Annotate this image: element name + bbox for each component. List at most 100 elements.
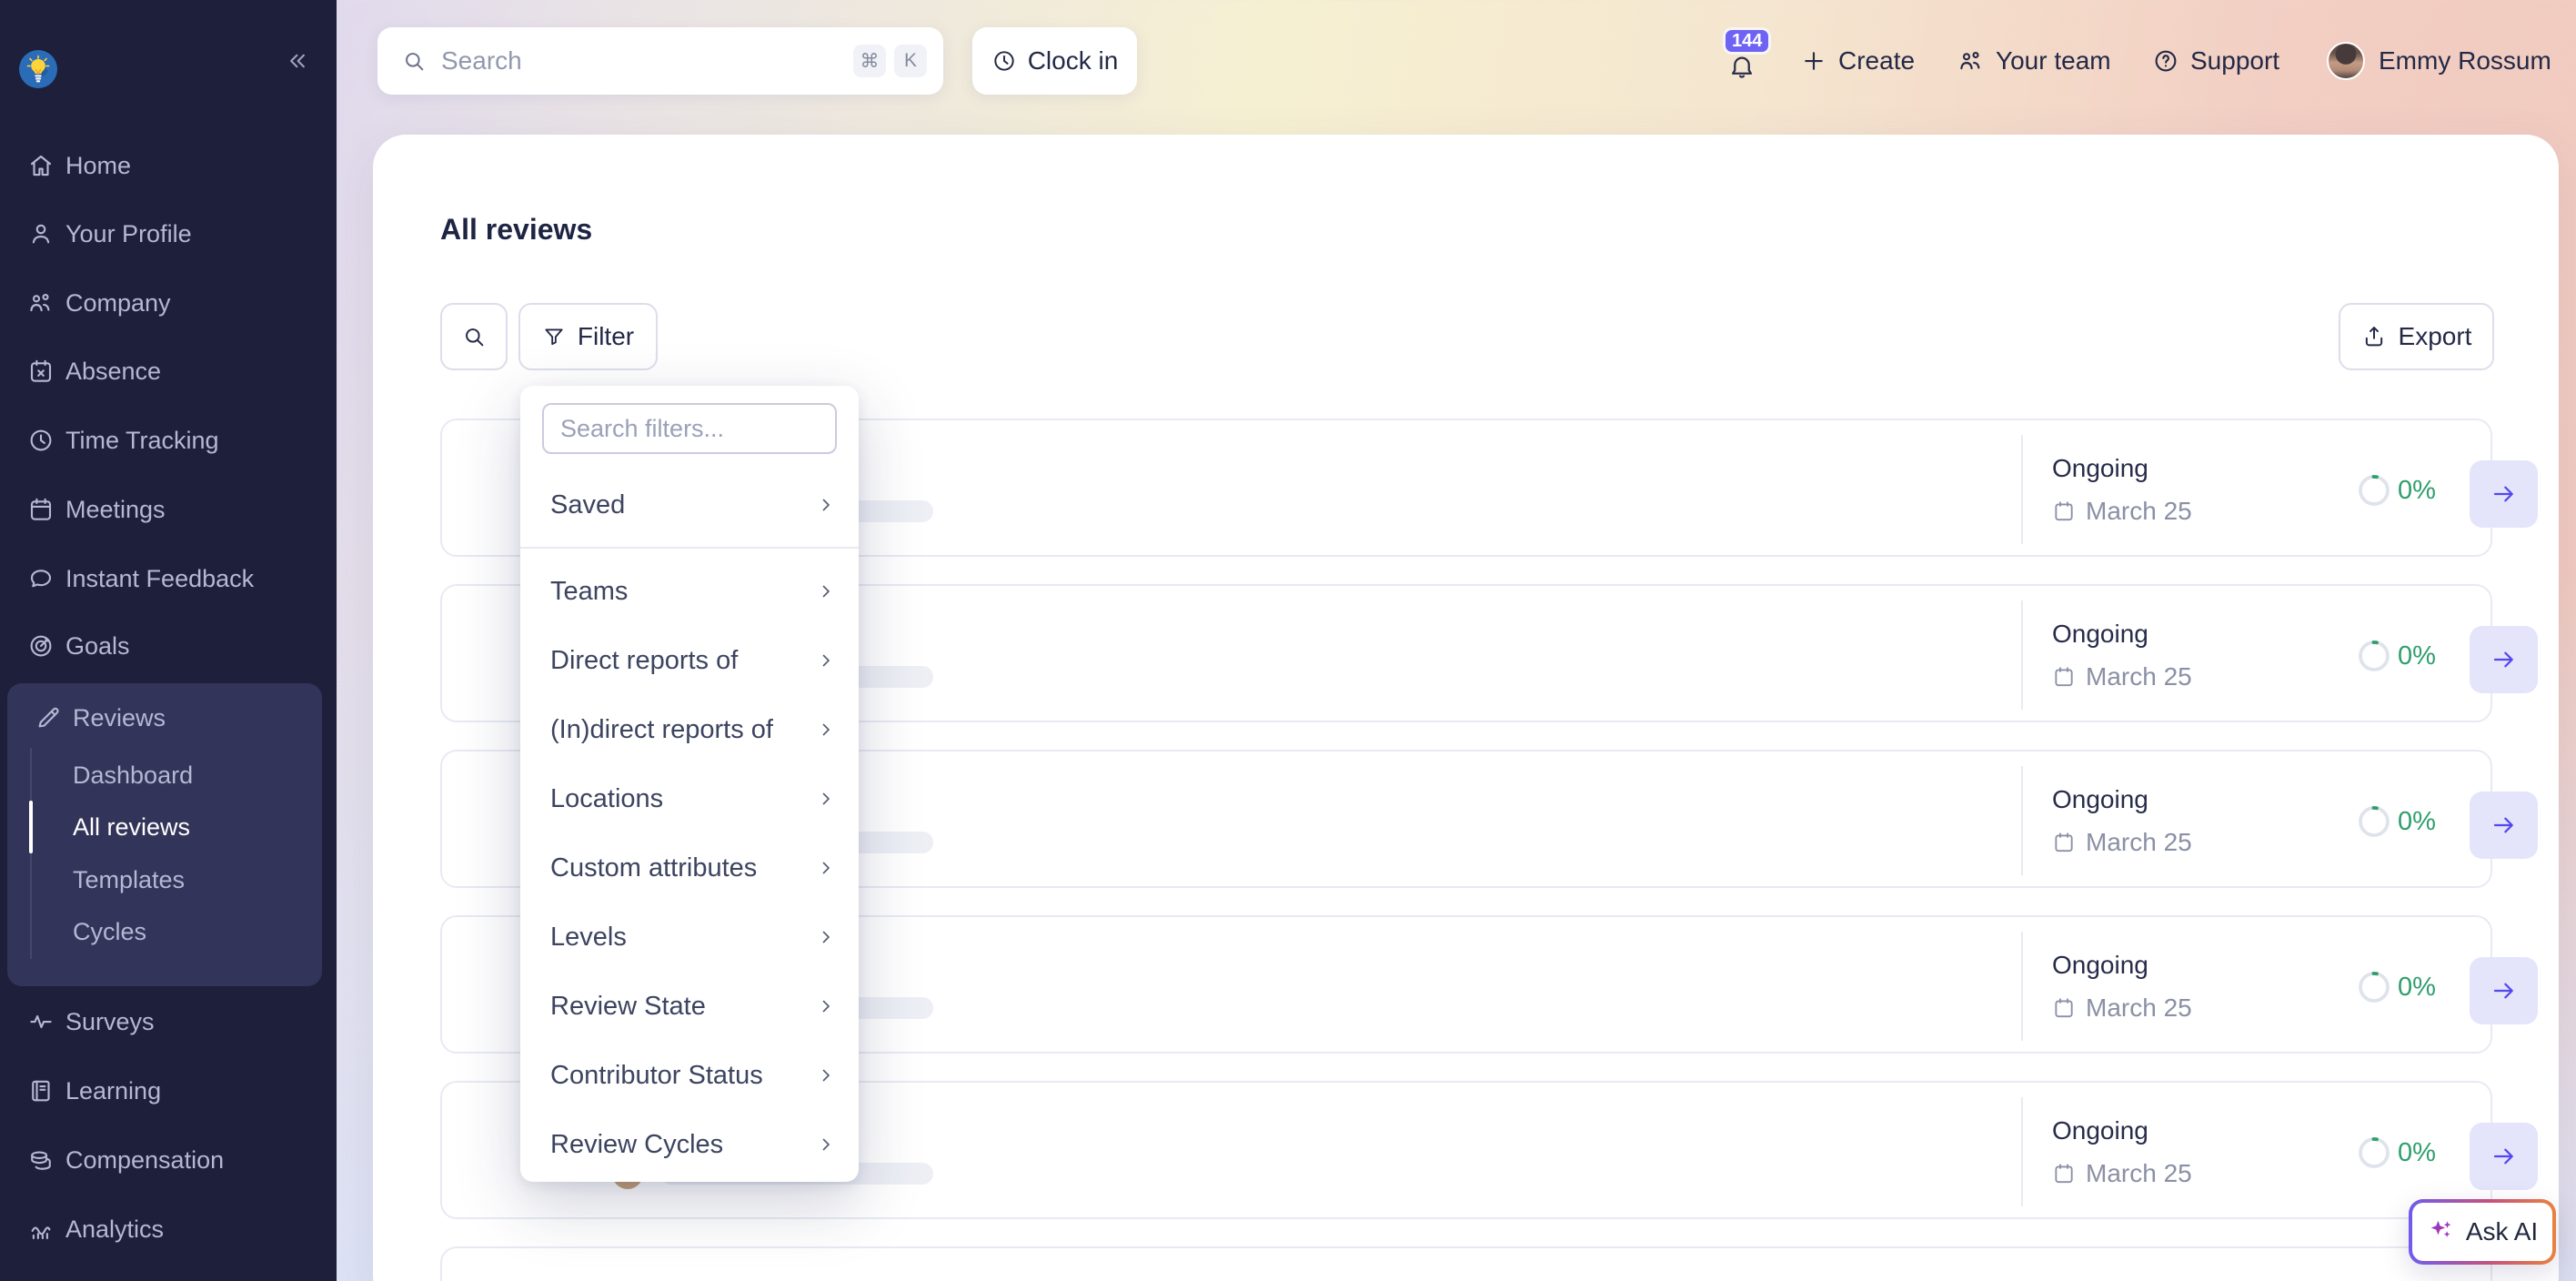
sidebar-item-learning[interactable]: Learning xyxy=(0,1056,337,1125)
sidebar-item-templates[interactable]: Templates xyxy=(73,853,185,906)
open-review-button[interactable] xyxy=(2470,460,2538,528)
your-team-button[interactable]: Your team xyxy=(1957,42,2111,80)
funnel-icon xyxy=(542,325,566,348)
filter-item-review-state[interactable]: Review State xyxy=(520,972,859,1041)
sidebar-item-label: Absence xyxy=(65,358,161,386)
menu-divider xyxy=(520,547,859,549)
filter-item-indirect-reports-of[interactable]: (In)direct reports of xyxy=(520,695,859,764)
open-review-button[interactable] xyxy=(2470,626,2538,693)
filter-item-levels[interactable]: Levels xyxy=(520,903,859,972)
due-date-label: March 25 xyxy=(2086,828,2192,857)
sidebar-item-surveys[interactable]: Surveys xyxy=(0,987,337,1056)
target-icon xyxy=(27,632,55,660)
row-divider xyxy=(2021,932,2023,1041)
sparkles-icon xyxy=(2427,1217,2456,1246)
chart-icon xyxy=(27,1215,55,1243)
sidebar-subitem-label: Templates xyxy=(73,866,185,894)
filter-item-teams[interactable]: Teams xyxy=(520,557,859,626)
sidebar-item-meetings[interactable]: Meetings xyxy=(0,475,337,544)
sidebar-item-all-reviews[interactable]: All reviews xyxy=(73,801,190,853)
search-icon xyxy=(401,48,427,74)
sidebar-item-compensation[interactable]: Compensation xyxy=(0,1125,337,1195)
filter-item-saved[interactable]: Saved xyxy=(520,470,859,540)
due-date-label: March 25 xyxy=(2086,1159,2192,1188)
user-menu[interactable]: Emmy Rossum xyxy=(2327,42,2551,80)
sidebar-item-absence[interactable]: Absence xyxy=(0,337,337,406)
filter-item-label: (In)direct reports of xyxy=(550,715,773,745)
filter-item-label: Review State xyxy=(550,992,706,1022)
clock-in-button[interactable]: Clock in xyxy=(972,27,1137,95)
open-review-button[interactable] xyxy=(2470,1123,2538,1190)
ask-ai-button[interactable]: Ask AI xyxy=(2409,1199,2556,1265)
export-icon xyxy=(2361,324,2387,349)
sidebar-subitem-label: All reviews xyxy=(73,813,190,842)
filter-item-label: Locations xyxy=(550,784,663,814)
create-label: Create xyxy=(1838,46,1915,76)
chat-icon xyxy=(27,565,55,592)
sidebar-item-home[interactable]: Home xyxy=(0,131,337,200)
filter-item-contributor-status[interactable]: Contributor Status xyxy=(520,1041,859,1110)
sidebar-item-company[interactable]: Company xyxy=(0,268,337,338)
user-icon xyxy=(27,220,55,247)
calendar-icon xyxy=(2052,996,2076,1020)
review-status: Ongoing xyxy=(2052,620,2148,649)
chevron-right-icon xyxy=(815,1134,837,1155)
subnav-guide-line xyxy=(30,748,32,959)
open-review-button[interactable] xyxy=(2470,957,2538,1024)
review-due-date: March 25 xyxy=(2052,662,2192,691)
app-logo-icon xyxy=(18,49,58,89)
main-content-card: All reviews Filter Export Ongoing March … xyxy=(373,135,2559,1281)
notification-count-badge: 144 xyxy=(1723,27,1771,55)
filter-item-locations[interactable]: Locations xyxy=(520,764,859,833)
sidebar-item-label: Learning xyxy=(65,1077,161,1105)
filter-search-input[interactable] xyxy=(542,403,837,454)
due-date-label: March 25 xyxy=(2086,497,2192,526)
create-button[interactable]: Create xyxy=(1800,42,1915,80)
review-row-partial[interactable] xyxy=(440,1246,2492,1281)
sidebar-item-label: Reviews xyxy=(73,704,166,732)
progress-ring xyxy=(2356,803,2392,840)
filter-label: Filter xyxy=(578,322,634,351)
due-date-label: March 25 xyxy=(2086,662,2192,691)
calendar-x-icon xyxy=(27,358,55,385)
filter-item-direct-reports-of[interactable]: Direct reports of xyxy=(520,626,859,695)
sidebar-section-reviews: Reviews Dashboard All reviews Templates … xyxy=(7,683,322,986)
sidebar-item-dashboard[interactable]: Dashboard xyxy=(73,749,193,802)
open-review-button[interactable] xyxy=(2470,792,2538,859)
pencil-icon xyxy=(35,704,62,731)
filter-item-label: Direct reports of xyxy=(550,646,738,676)
k-keycap: K xyxy=(894,45,927,77)
search-input[interactable] xyxy=(441,46,853,76)
chevron-right-icon xyxy=(815,650,837,671)
calendar-icon xyxy=(2052,831,2076,854)
notifications-button[interactable]: 144 xyxy=(1722,27,1786,95)
filter-item-review-cycles[interactable]: Review Cycles xyxy=(520,1110,859,1179)
sidebar-item-time-tracking[interactable]: Time Tracking xyxy=(0,406,337,475)
sidebar-item-label: Time Tracking xyxy=(65,427,219,455)
chevron-right-icon xyxy=(815,857,837,879)
review-status: Ongoing xyxy=(2052,785,2148,814)
support-button[interactable]: Support xyxy=(2152,42,2279,80)
team-icon xyxy=(1957,47,1985,75)
sidebar-item-instant-feedback[interactable]: Instant Feedback xyxy=(0,544,337,613)
filter-button[interactable]: Filter xyxy=(518,303,658,370)
progress-ring xyxy=(2356,969,2392,1005)
sidebar-item-label: Home xyxy=(65,152,131,180)
table-search-button[interactable] xyxy=(440,303,508,370)
sidebar-item-cycles[interactable]: Cycles xyxy=(73,905,146,958)
sidebar-item-reviews[interactable]: Reviews xyxy=(7,683,322,752)
review-status: Ongoing xyxy=(2052,951,2148,980)
filter-item-custom-attributes[interactable]: Custom attributes xyxy=(520,833,859,903)
sidebar-item-goals[interactable]: Goals xyxy=(0,611,337,681)
sidebar-item-your-profile[interactable]: Your Profile xyxy=(0,199,337,268)
sidebar-item-label: Goals xyxy=(65,632,130,661)
sidebar-item-analytics[interactable]: Analytics xyxy=(0,1195,337,1264)
sidebar-collapse-button[interactable] xyxy=(284,47,311,75)
calendar-icon xyxy=(2052,665,2076,689)
arrow-right-icon xyxy=(2490,479,2519,509)
export-button[interactable]: Export xyxy=(2339,303,2494,370)
calendar-icon xyxy=(27,496,55,523)
progress-ring xyxy=(2356,1135,2392,1171)
chevron-right-icon xyxy=(815,494,837,516)
subnav-active-indicator xyxy=(29,801,33,853)
